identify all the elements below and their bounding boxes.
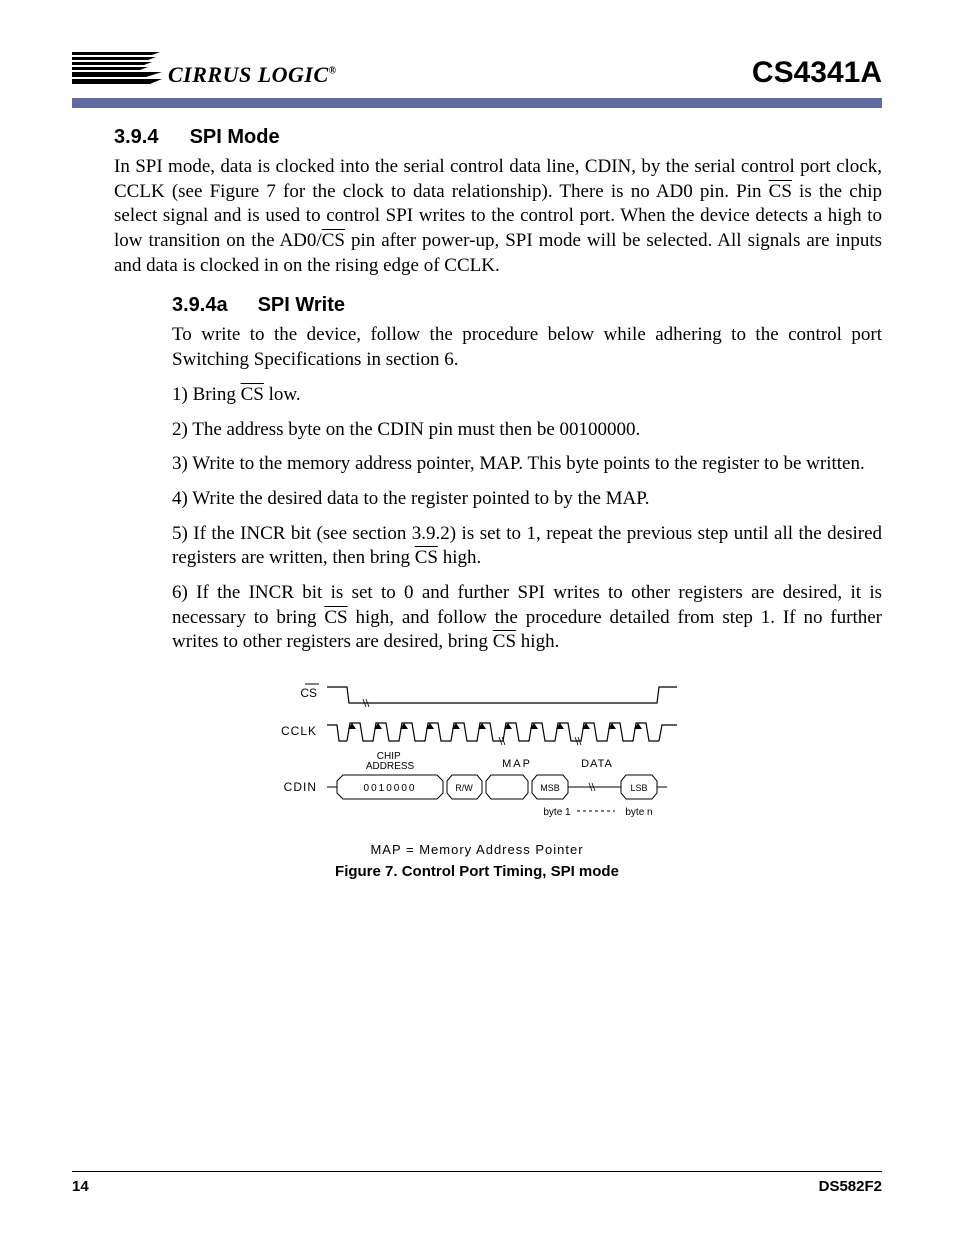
- logo-stripes-icon: [72, 50, 162, 90]
- timing-diagram-icon: CS CCLK: [267, 673, 687, 833]
- label-msb: MSB: [540, 783, 560, 793]
- page-header: CIRRUS LOGIC® CS4341A: [72, 50, 882, 90]
- label-chip-address: CHIP ADDRESS: [366, 751, 415, 772]
- header-divider: [72, 98, 882, 108]
- document-id: DS582F2: [819, 1178, 882, 1195]
- label-byten: byte n: [625, 807, 652, 818]
- step-6: 6) If the INCR bit is set to 0 and furth…: [172, 581, 882, 655]
- section-body: In SPI mode, data is clocked into the se…: [114, 155, 882, 278]
- step-4: 4) Write the desired data to the registe…: [172, 487, 882, 512]
- brand-logo: CIRRUS LOGIC®: [72, 50, 337, 90]
- step-1: 1) Bring CS low.: [172, 383, 882, 408]
- step-3: 3) Write to the memory address pointer, …: [172, 452, 882, 477]
- section-heading: 3.9.4 SPI Mode: [114, 126, 882, 149]
- part-number: CS4341A: [752, 56, 882, 90]
- label-data: DATA: [581, 758, 613, 770]
- signal-label-cdin: CDIN: [284, 780, 317, 794]
- subsection-intro: To write to the device, follow the proce…: [172, 323, 882, 372]
- subsection-heading: 3.9.4a SPI Write: [172, 294, 882, 317]
- label-rw: R/W: [455, 783, 473, 793]
- label-chip-address-value: 0010000: [364, 783, 417, 794]
- section-number: 3.9.4: [114, 126, 184, 149]
- signal-label-cs: CS: [300, 686, 317, 700]
- step-2: 2) The address byte on the CDIN pin must…: [172, 418, 882, 443]
- section-title: SPI Mode: [190, 126, 280, 148]
- signal-label-cclk: CCLK: [281, 724, 317, 738]
- subsection-title: SPI Write: [258, 294, 345, 316]
- figure-note: MAP = Memory Address Pointer: [72, 842, 882, 857]
- label-byte1: byte 1: [543, 807, 571, 818]
- figure-caption: Figure 7. Control Port Timing, SPI mode: [72, 863, 882, 880]
- subsection-number: 3.9.4a: [172, 294, 252, 317]
- page-number: 14: [72, 1178, 89, 1195]
- label-map: MAP: [502, 758, 532, 770]
- page: CIRRUS LOGIC® CS4341A 3.9.4 SPI Mode In …: [0, 0, 954, 1235]
- label-lsb: LSB: [630, 783, 647, 793]
- figure-7: CS CCLK: [72, 673, 882, 880]
- brand-name: CIRRUS LOGIC®: [168, 62, 337, 88]
- page-footer: 14 DS582F2: [72, 1171, 882, 1195]
- step-5: 5) If the INCR bit (see section 3.9.2) i…: [172, 522, 882, 571]
